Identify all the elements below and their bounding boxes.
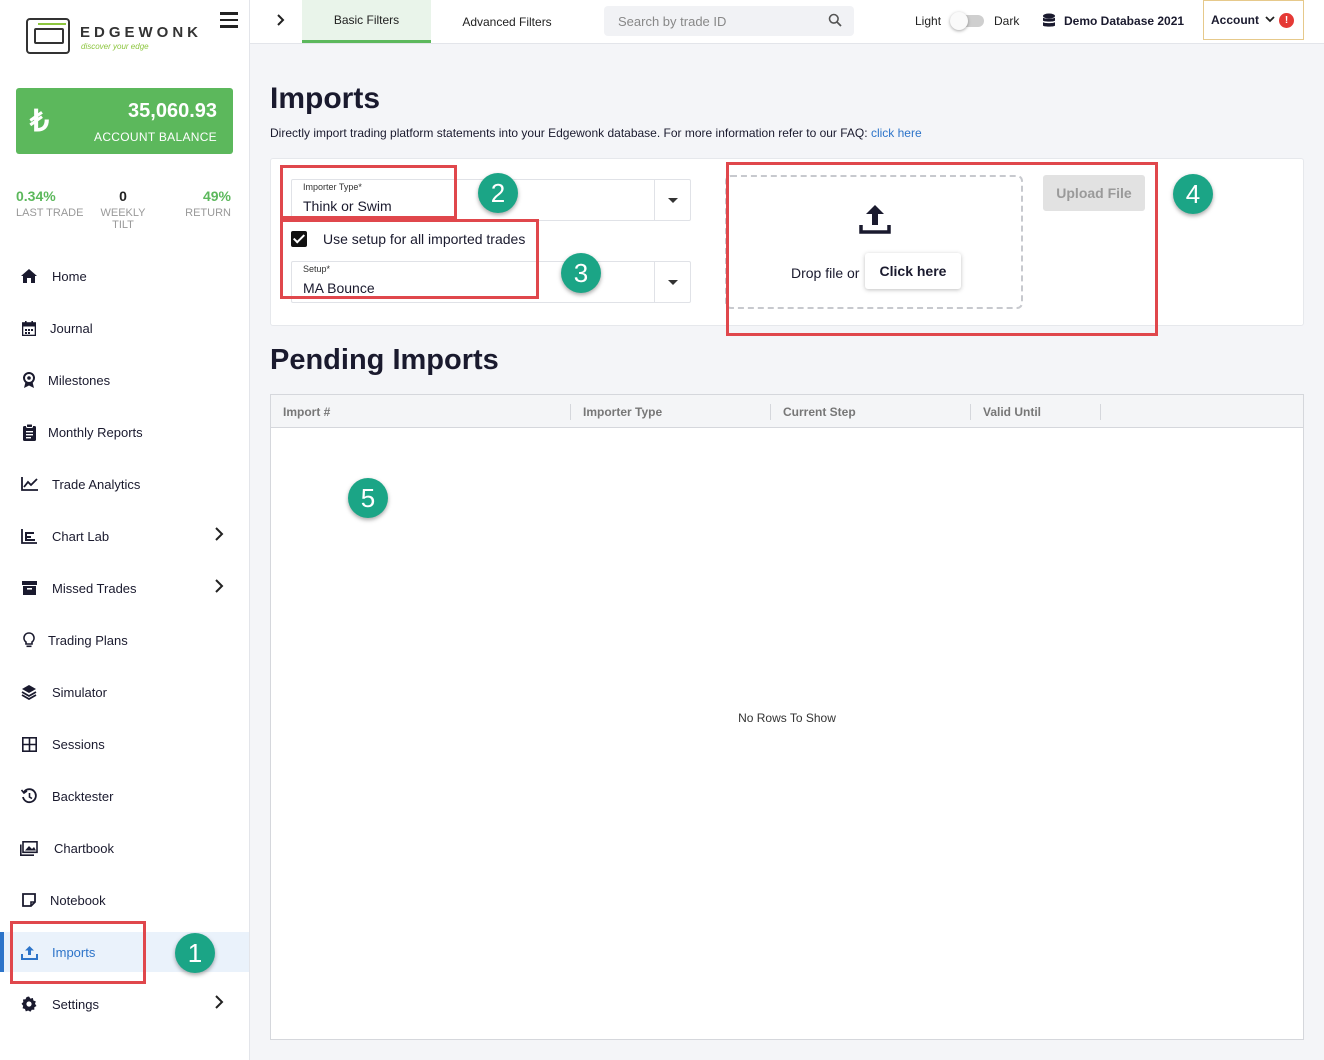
dropdown-arrow-icon[interactable] [654,180,690,220]
layers-icon [20,683,38,701]
search-icon[interactable] [828,13,842,27]
archive-icon [20,579,38,597]
chevron-down-icon [1265,15,1275,26]
sidebar-item-label: Chart Lab [52,528,110,544]
annotation-box-2 [280,165,457,219]
sidebar-item-journal[interactable]: Journal [0,308,249,348]
table-header: Import # Importer Type Current Step Vali… [271,395,1303,428]
sidebar-item-notebook[interactable]: Notebook [0,880,249,920]
sidebar-item-label: Settings [52,996,99,1012]
empty-table-message: No Rows To Show [738,711,836,725]
column-header-importer-type[interactable]: Importer Type [583,395,771,428]
column-header-import-number[interactable]: Import # [283,395,571,428]
faq-link[interactable]: click here [871,126,922,140]
dropdown-arrow-icon[interactable] [654,262,690,302]
sidebar-item-chart-lab[interactable]: Chart Lab [0,516,249,556]
currency-icon: ₺ [30,105,50,138]
sidebar-item-label: Backtester [52,788,114,804]
account-balance-card: ₺ 35,060.93 ACCOUNT BALANCE [16,88,233,154]
logo-wordmark: EDGEWONK [80,24,202,41]
sidebar-item-sessions[interactable]: Sessions [0,724,249,764]
column-header-valid-until[interactable]: Valid Until [983,395,1101,428]
sidebar-item-missed-trades[interactable]: Missed Trades [0,568,249,608]
database-icon [1042,13,1056,29]
lightbulb-icon [20,631,38,649]
award-icon [20,371,38,389]
theme-light-label: Light [915,14,942,28]
annotation-badge-5: 5 [348,478,388,518]
stat-weekly-tilt: 0 WEEKLY TILT [100,188,146,231]
top-bar: Basic Filters Advanced Filters Light Dar… [250,0,1324,44]
sidebar-item-label: Simulator [52,684,107,700]
sidebar-item-label: Missed Trades [52,580,137,596]
sidebar-item-label: Monthly Reports [48,424,143,440]
grid-icon [20,735,38,753]
pending-imports-title: Pending Imports [270,344,499,376]
sidebar-item-label: Milestones [48,372,111,388]
account-stats: 0.34% LAST TRADE 0 WEEKLY TILT 49% RETUR… [16,188,233,231]
annotation-box-3 [280,219,539,299]
balance-label: ACCOUNT BALANCE [94,130,217,144]
page-title: Imports [270,82,381,115]
hamburger-menu-icon[interactable] [220,12,238,28]
home-icon [20,267,38,285]
gear-icon [20,995,38,1013]
balance-amount: 35,060.93 [128,100,217,122]
tab-basic-filters[interactable]: Basic Filters [302,0,431,43]
logo-icon [26,18,70,54]
edgewonk-logo[interactable]: EDGEWONK discover your edge [24,14,204,58]
annotation-badge-4: 4 [1173,174,1213,214]
trade-search [604,6,854,36]
sidebar-item-label: Chartbook [54,840,114,856]
page-description: Directly import trading platform stateme… [270,126,922,140]
chevron-right-icon [214,526,224,547]
account-label: Account [1211,13,1259,27]
sidebar-item-settings[interactable]: Settings [0,984,249,1024]
sidebar-item-home[interactable]: Home [0,256,249,296]
database-selector[interactable]: Demo Database 2021 [1042,13,1184,29]
sidebar: EDGEWONK discover your edge ₺ 35,060.93 … [0,0,250,1060]
pending-imports-table: Import # Importer Type Current Step Vali… [270,394,1304,1040]
sidebar-item-trading-plans[interactable]: Trading Plans [0,620,249,660]
clipboard-icon [20,423,38,441]
note-icon [20,891,38,909]
calendar-icon [20,319,38,337]
account-menu-button[interactable]: Account ! [1203,0,1304,40]
theme-dark-label: Dark [994,14,1020,28]
sidebar-item-simulator[interactable]: Simulator [0,672,249,712]
chevron-right-icon [214,994,224,1015]
sidebar-item-backtester[interactable]: Backtester [0,776,249,816]
sidebar-item-label: Trade Analytics [52,476,141,492]
stat-return: 49% RETURN [185,188,231,219]
annotation-badge-1: 1 [175,933,215,973]
sidebar-item-label: Journal [50,320,93,336]
sidebar-item-chartbook[interactable]: Chartbook [0,828,249,868]
sidebar-item-label: Sessions [52,736,105,752]
chevron-right-icon [214,578,224,599]
bar-chart-icon [20,527,38,545]
annotation-box-1 [10,921,146,984]
stat-last-trade: 0.34% LAST TRADE [16,188,84,219]
logo-tagline: discover your edge [81,42,149,51]
annotation-box-4 [726,162,1158,336]
tab-advanced-filters[interactable]: Advanced Filters [442,0,572,43]
sidebar-item-trade-analytics[interactable]: Trade Analytics [0,464,249,504]
line-chart-icon [20,475,38,493]
annotation-badge-3: 3 [561,253,601,293]
theme-toggle[interactable] [950,12,986,30]
column-header-current-step[interactable]: Current Step [783,395,971,428]
sidebar-item-label: Trading Plans [48,632,128,648]
search-input[interactable] [604,6,824,36]
annotation-badge-2: 2 [478,173,518,213]
images-icon [20,839,38,857]
database-name: Demo Database 2021 [1064,14,1185,28]
sidebar-item-label: Home [52,268,87,284]
alert-icon: ! [1279,13,1294,28]
sidebar-item-milestones[interactable]: Milestones [0,360,249,400]
sidebar-item-label: Notebook [50,892,106,908]
history-icon [20,787,38,805]
chevron-right-icon[interactable] [276,12,286,33]
sidebar-item-monthly-reports[interactable]: Monthly Reports [0,412,249,452]
